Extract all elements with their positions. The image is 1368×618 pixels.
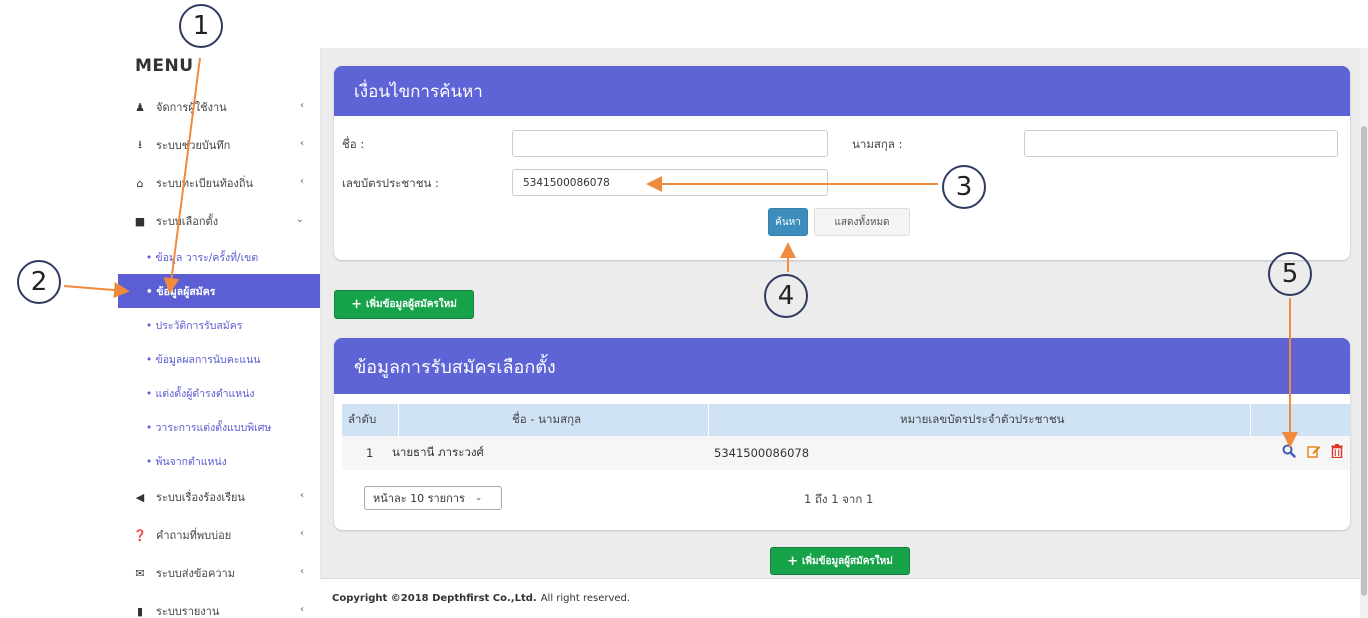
annotation-1: 1	[179, 4, 223, 48]
arrow-2	[63, 282, 130, 299]
annotation-2: 2	[17, 260, 61, 304]
annotation-arrows	[63, 57, 1298, 448]
annotation-3: 3	[942, 165, 986, 209]
annotation-5: 5	[1268, 252, 1312, 296]
annotation-4: 4	[764, 274, 808, 318]
arrow-1	[163, 57, 201, 294]
